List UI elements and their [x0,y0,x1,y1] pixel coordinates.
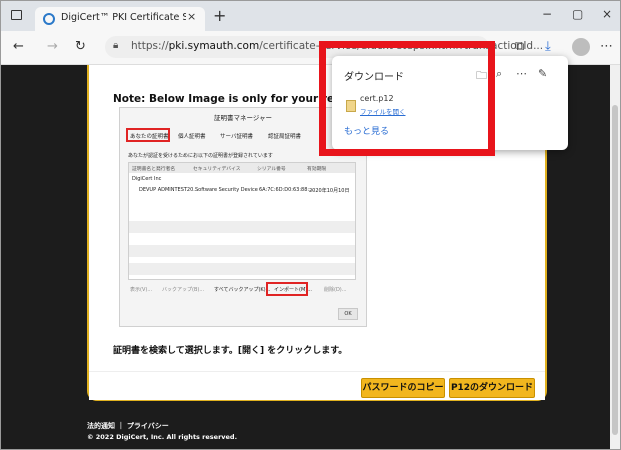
your-certificates-highlight [126,128,170,142]
table-header: 証明書名と発行者名 セキュリティデバイス シリアル番号 有効期限 [129,163,355,173]
footer-links[interactable]: 法的通知 ｜ プライバシー [87,421,169,431]
maximize-button[interactable]: ▢ [572,7,583,21]
tab-personal-certificates: 個人証明書 [178,134,206,140]
backup-all-button: すべてバックアップ(K)... [214,287,271,293]
backup-button: バックアップ(B)... [162,287,205,293]
search-icon[interactable]: ⌕ [496,67,502,81]
tab-title: DigiCert™ PKI Certificate Service [61,12,186,23]
profile-avatar[interactable] [572,38,590,56]
browser-window: DigiCert™ PKI Certificate Service × + − … [0,0,621,450]
cert-expires: 2020年10月10日 [309,188,350,194]
table-row [129,245,355,257]
ok-button: OK [338,308,358,320]
col-expires: 有効期限 [307,167,327,172]
action-buttons-row: パスワードのコピー P12のダウンロード [89,371,545,400]
close-window-button[interactable]: × [602,7,612,21]
cert-manager-description: あなたが認証を受けるためにお以下の証明書が登録されています [128,153,273,159]
col-serial: シリアル番号 [257,167,286,172]
more-icon[interactable]: ⋯ [516,67,527,80]
certificate-table: 証明書名と発行者名 セキュリティデバイス シリアル番号 有効期限 DigiCer… [128,162,356,280]
settings-more-icon[interactable]: ⋯ [600,39,613,54]
lock-icon[interactable]: 🔒︎ [113,40,118,51]
tab-authority-certificates: 認証局証明書 [268,134,302,140]
new-tab-button[interactable]: + [213,6,226,25]
instruction-text: 証明書を検索して選択します。[開く] をクリックします。 [113,346,348,356]
scrollbar-thumb[interactable] [612,105,618,435]
cert-device: Software Security Device [195,187,258,193]
forward-button[interactable]: → [47,39,58,54]
table-row: DEVUP ADMINTEST20... Software Security D… [129,185,355,195]
import-highlight [266,282,308,296]
tab-close-icon[interactable]: × [187,10,196,23]
cert-name: DEVUP ADMINTEST20... [139,187,199,193]
view-button: 表示(V)... [130,287,153,293]
col-device: セキュリティデバイス [193,167,241,172]
collections-icon[interactable]: ⧉ [515,39,524,54]
copy-password-button[interactable]: パスワードのコピー [361,378,445,398]
tab-actions-icon[interactable] [11,10,22,20]
download-p12-button[interactable]: P12のダウンロード [449,378,535,398]
refresh-button[interactable]: ↻ [75,39,86,54]
browser-tab[interactable]: DigiCert™ PKI Certificate Service × [35,7,205,31]
pin-icon[interactable]: ✎ [538,67,547,80]
table-row [129,263,355,275]
tab-server-certificates: サーバ証明書 [220,134,253,140]
digicert-favicon-icon [43,13,55,25]
minimize-button[interactable]: − [542,7,552,21]
downloads-highlight-box [319,41,495,156]
delete-button: 削除(D)... [324,287,347,293]
copyright: © 2022 DigiCert, Inc. All rights reserve… [87,433,238,441]
col-name: 証明書名と発行者名 [132,167,176,172]
title-bar: DigiCert™ PKI Certificate Service × + − … [1,1,620,31]
page-scrollbar[interactable] [610,65,620,449]
cert-serial: 6A:7C:6D:D0:63:88:... [259,187,314,193]
downloads-icon[interactable]: ⤓ [545,39,551,54]
table-row [129,221,355,233]
group-name: DigiCert Inc [132,176,162,182]
table-row-group: DigiCert Inc [129,174,355,184]
back-button[interactable]: ← [13,39,24,54]
